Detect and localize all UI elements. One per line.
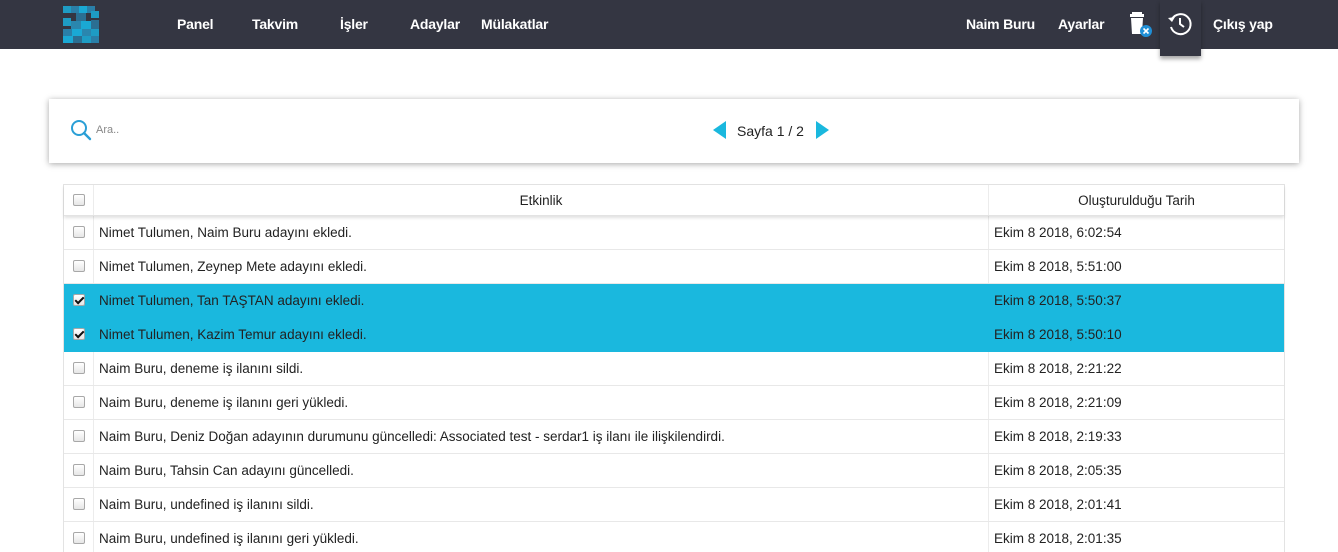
history-tab[interactable] [1160,0,1201,56]
nav-mulakatlar[interactable]: Mülakatlar [481,0,548,49]
row-checkbox-cell [64,318,94,351]
date-cell: Ekim 8 2018, 2:19:33 [994,429,1122,444]
settings-link[interactable]: Ayarlar [1058,0,1105,49]
nav-isler[interactable]: İşler [340,0,368,49]
nav-takvim[interactable]: Takvim [252,0,298,49]
date-cell: Ekim 8 2018, 2:21:09 [994,395,1122,410]
table-row[interactable]: Naim Buru, undefined iş ilanını sildi. Ek… [64,488,1284,522]
date-cell: Ekim 8 2018, 2:01:35 [994,531,1122,546]
table-row[interactable]: Naim Buru, Deniz Doğan adayının durumunu… [64,420,1284,454]
row-checkbox-cell [64,522,94,552]
user-name-link[interactable]: Naim Buru [966,0,1035,49]
row-checkbox[interactable] [73,430,85,442]
table-row[interactable]: Naim Buru, deneme iş ilanını geri yükled… [64,386,1284,420]
row-checkbox[interactable] [73,260,85,272]
row-checkbox-cell [64,352,94,385]
nav-panel[interactable]: Panel [177,0,214,49]
row-checkbox[interactable] [73,498,85,510]
row-checkbox-cell [64,386,94,419]
column-header-created-date[interactable]: Oluşturulduğu Tarih [989,185,1284,215]
activity-cell: Nimet Tulumen, Kazim Temur adayını ekled… [94,318,989,351]
activity-cell: Naim Buru, Tahsin Can adayını güncelledi… [94,454,989,487]
table-row[interactable]: Naim Buru, deneme iş ilanını sildi. Ekim … [64,352,1284,386]
logout-link[interactable]: Çıkış yap [1213,0,1273,49]
row-checkbox-cell [64,216,94,249]
table-body: Nimet Tulumen, Naim Buru adayını ekledi.… [64,216,1284,552]
activity-cell: Naim Buru, deneme iş ilanını sildi. [94,352,989,385]
row-checkbox[interactable] [73,362,85,374]
row-checkbox-cell [64,454,94,487]
row-checkbox[interactable] [73,532,85,544]
row-checkbox-cell [64,250,94,283]
date-cell: Ekim 8 2018, 5:50:10 [994,327,1122,342]
table-row[interactable]: Nimet Tulumen, Zeynep Mete adayını ekled… [64,250,1284,284]
page-indicator: Sayfa 1 / 2 [737,123,804,139]
search-icon[interactable] [70,119,92,141]
activity-cell: Naim Buru, undefined iş ilanını geri yük… [94,522,989,552]
select-all-cell [64,185,94,215]
select-all-checkbox[interactable] [73,194,85,206]
activity-cell: Nimet Tulumen, Naim Buru adayını ekledi. [94,216,989,249]
top-navbar: Panel Takvim İşler Adaylar Mülakatlar Na… [0,0,1338,56]
row-checkbox[interactable] [73,226,85,238]
row-checkbox[interactable] [73,328,85,340]
previous-page-icon[interactable] [713,121,726,139]
date-cell: Ekim 8 2018, 6:02:54 [994,225,1122,240]
date-cell: Ekim 8 2018, 5:50:37 [994,293,1122,308]
activity-cell: Nimet Tulumen, Tan TAŞTAN adayını ekledi… [94,284,989,317]
date-cell: Ekim 8 2018, 5:51:00 [994,259,1122,274]
activity-cell: Naim Buru, Deniz Doğan adayının durumunu… [94,420,989,453]
table-row[interactable]: Nimet Tulumen, Kazim Temur adayını ekled… [64,318,1284,352]
row-checkbox-cell [64,420,94,453]
row-checkbox-cell [64,284,94,317]
row-checkbox-cell [64,488,94,521]
table-header: Etkinlik Oluşturulduğu Tarih [64,185,1284,216]
table-row[interactable]: Naim Buru, undefined iş ilanını geri yük… [64,522,1284,552]
activity-table: Etkinlik Oluşturulduğu Tarih Nimet Tulum… [63,184,1285,552]
column-header-activity[interactable]: Etkinlik [94,185,989,215]
row-checkbox[interactable] [73,396,85,408]
search-input[interactable] [96,119,396,141]
activity-cell: Naim Buru, undefined iş ilanını sildi. [94,488,989,521]
row-checkbox[interactable] [73,294,85,306]
history-clock-icon [1168,13,1192,36]
table-row[interactable]: Naim Buru, Tahsin Can adayını güncelledi… [64,454,1284,488]
row-checkbox[interactable] [73,464,85,476]
brand-logo-icon[interactable] [63,6,99,43]
date-cell: Ekim 8 2018, 2:05:35 [994,463,1122,478]
table-row[interactable]: Nimet Tulumen, Tan TAŞTAN adayını ekledi… [64,284,1284,318]
nav-adaylar[interactable]: Adaylar [410,0,460,49]
recycle-bin-icon[interactable] [1128,10,1154,38]
date-cell: Ekim 8 2018, 2:21:22 [994,361,1122,376]
search-pagination-bar: Sayfa 1 / 2 [49,99,1299,163]
table-row[interactable]: Nimet Tulumen, Naim Buru adayını ekledi.… [64,216,1284,250]
activity-cell: Naim Buru, deneme iş ilanını geri yükled… [94,386,989,419]
date-cell: Ekim 8 2018, 2:01:41 [994,497,1122,512]
activity-cell: Nimet Tulumen, Zeynep Mete adayını ekled… [94,250,989,283]
next-page-icon[interactable] [816,121,829,139]
